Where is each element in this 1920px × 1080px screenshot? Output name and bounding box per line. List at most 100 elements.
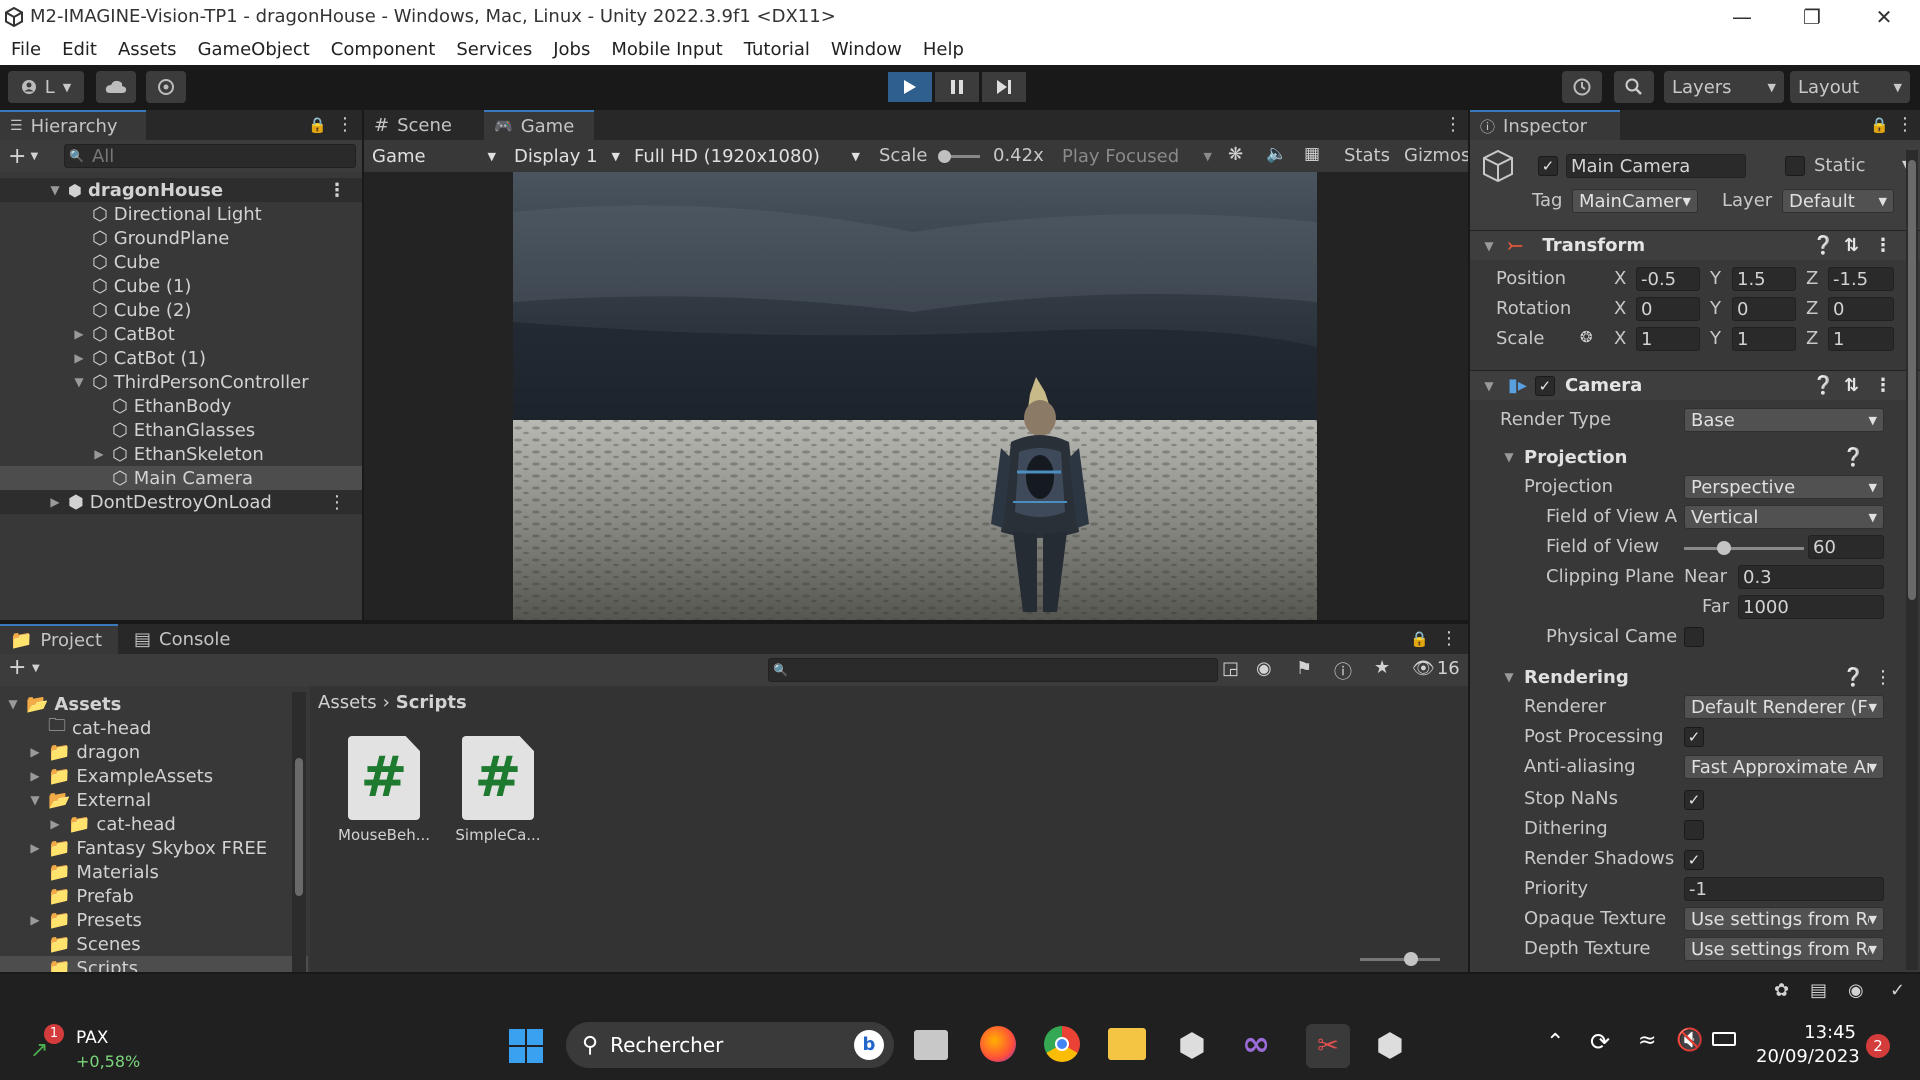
list-item[interactable]: ⬡ Cube (1) bbox=[0, 274, 362, 298]
expand-arrow-icon[interactable]: ▶ bbox=[72, 351, 86, 365]
check-circle-icon[interactable]: ✓ bbox=[1890, 980, 1905, 1001]
stock-widget[interactable]: ↗ 1 PAX +0,58% bbox=[24, 1018, 154, 1072]
list-item[interactable]: 🗀 cat-head bbox=[0, 715, 308, 740]
minimize-button[interactable]: — bbox=[1714, 0, 1770, 35]
sync-icon[interactable]: ⟳ bbox=[1590, 1028, 1610, 1056]
layers-dropdown[interactable]: Layers ▼ bbox=[1664, 71, 1784, 103]
help-icon[interactable]: ❔ bbox=[1842, 447, 1864, 468]
physical-camera-checkbox[interactable] bbox=[1684, 627, 1704, 647]
cache-server-icon[interactable]: ▤ bbox=[1810, 980, 1827, 1001]
list-item[interactable]: ▶ 📁 Fantasy Skybox FREE bbox=[0, 836, 308, 860]
lock-icon[interactable]: 🔒 bbox=[1410, 630, 1429, 648]
fov-slider[interactable] bbox=[1684, 541, 1804, 555]
more-icon[interactable]: ⋮ bbox=[1874, 375, 1892, 396]
tab-scene[interactable]: # Scene bbox=[364, 110, 482, 140]
volume-mute-icon[interactable]: 🔇 bbox=[1676, 1028, 1703, 1053]
file-item[interactable]: # SimpleCa... bbox=[450, 736, 546, 844]
tab-console[interactable]: ▤ Console bbox=[124, 624, 242, 654]
more-icon[interactable]: ⋮ bbox=[328, 492, 346, 513]
clock-date[interactable]: 20/09/2023 bbox=[1756, 1046, 1860, 1067]
stats-button[interactable]: Stats bbox=[1344, 145, 1390, 166]
list-item[interactable]: ▼ 📂 External bbox=[0, 788, 308, 812]
list-item[interactable]: ⬡ Cube (2) bbox=[0, 298, 362, 322]
expand-arrow-icon[interactable]: ▶ bbox=[28, 841, 42, 855]
inspector-scrollbar[interactable] bbox=[1906, 150, 1918, 970]
gizmos-button[interactable]: Gizmos bbox=[1404, 145, 1468, 166]
display-dropdown[interactable]: Display 1 ▼ bbox=[508, 144, 626, 168]
scale-y-field[interactable]: 1 bbox=[1732, 327, 1796, 351]
pause-button[interactable] bbox=[935, 72, 979, 102]
camera-enabled-checkbox[interactable]: ✓ bbox=[1534, 375, 1555, 396]
renderer-dropdown[interactable]: Default Renderer (Fc ▼ bbox=[1684, 695, 1884, 719]
lock-icon[interactable]: 🔒 bbox=[308, 116, 327, 134]
expand-arrow-icon[interactable]: ▶ bbox=[48, 495, 62, 509]
menu-gameobject[interactable]: GameObject bbox=[187, 35, 320, 65]
list-item[interactable]: ▶ ⬡ EthanSkeleton bbox=[0, 442, 362, 466]
dithering-checkbox[interactable] bbox=[1684, 820, 1704, 840]
chevron-up-icon[interactable]: ⌃ bbox=[1546, 1030, 1564, 1055]
project-search-input[interactable]: 🔍 bbox=[768, 658, 1218, 682]
priority-field[interactable]: -1 bbox=[1684, 877, 1884, 901]
scale-slider[interactable] bbox=[938, 150, 980, 163]
grid-icon[interactable]: ▦ bbox=[1304, 144, 1320, 164]
fov-value-field[interactable]: 60 bbox=[1808, 535, 1884, 559]
position-z-field[interactable]: -1.5 bbox=[1828, 267, 1894, 291]
warning-icon[interactable]: ⓘ bbox=[1334, 658, 1352, 684]
near-field[interactable]: 0.3 bbox=[1738, 565, 1884, 589]
unity-editor-icon[interactable]: ⬢ bbox=[1376, 1026, 1404, 1064]
list-item[interactable]: ▶ ⬡ CatBot bbox=[0, 322, 362, 346]
bug-icon[interactable]: ❋ bbox=[1228, 144, 1243, 165]
rotation-x-field[interactable]: 0 bbox=[1636, 297, 1700, 321]
play-focused-dropdown[interactable]: Play Focused ▼ bbox=[1056, 144, 1218, 168]
menu-mobile-input[interactable]: Mobile Input bbox=[600, 35, 732, 65]
preset-icon[interactable]: ⇅ bbox=[1844, 375, 1859, 396]
mute-audio-icon[interactable]: 🔈 bbox=[1266, 144, 1287, 164]
expand-arrow-icon[interactable]: ▼ bbox=[6, 697, 20, 711]
menu-assets[interactable]: Assets bbox=[107, 35, 187, 65]
list-item[interactable]: ▶ 📁 cat-head bbox=[0, 812, 308, 836]
favorite-star-icon[interactable]: ★ bbox=[1374, 657, 1390, 678]
chrome-icon[interactable] bbox=[1044, 1026, 1080, 1062]
expand-arrow-icon[interactable]: ▶ bbox=[28, 769, 42, 783]
visual-studio-icon[interactable]: ∞ bbox=[1242, 1024, 1270, 1064]
step-button[interactable] bbox=[982, 72, 1026, 102]
list-item[interactable]: 📁 Materials bbox=[0, 860, 308, 884]
hidden-packages-toggle[interactable]: 👁 16 bbox=[1412, 658, 1460, 679]
task-view-icon[interactable] bbox=[914, 1030, 948, 1060]
menu-component[interactable]: Component bbox=[320, 35, 446, 65]
search-button[interactable] bbox=[1614, 71, 1654, 103]
light-bake-icon[interactable]: ◉ bbox=[1848, 980, 1864, 1001]
search-type-icon[interactable]: ◲ bbox=[1222, 658, 1239, 679]
more-icon[interactable]: ⋮ bbox=[1896, 114, 1914, 135]
static-checkbox[interactable] bbox=[1785, 156, 1805, 176]
lock-icon[interactable]: 🔒 bbox=[1870, 116, 1889, 134]
anti-aliasing-dropdown[interactable]: Fast Approximate An ▼ bbox=[1684, 755, 1884, 779]
transform-header[interactable]: ▼ ⤚ Transform ❔ ⇅ ⋮ bbox=[1470, 230, 1920, 260]
active-checkbox[interactable]: ✓ bbox=[1538, 156, 1558, 176]
projection-section-header[interactable]: ▼ Projection ❔ bbox=[1470, 444, 1920, 470]
expand-arrow-icon[interactable]: ▼ bbox=[28, 793, 42, 807]
stop-nans-checkbox[interactable]: ✓ bbox=[1684, 790, 1704, 810]
collab-button[interactable] bbox=[146, 71, 186, 103]
list-item[interactable]: ▶ 📁 ExampleAssets bbox=[0, 764, 308, 788]
filter-by-type-icon[interactable]: ◉ bbox=[1256, 658, 1272, 679]
icon-size-slider[interactable] bbox=[1360, 952, 1440, 966]
folder-tree-scrollbar[interactable] bbox=[292, 692, 306, 972]
menu-services[interactable]: Services bbox=[445, 35, 542, 65]
list-item[interactable]: ▶ 📁 dragon bbox=[0, 740, 308, 764]
post-processing-checkbox[interactable]: ✓ bbox=[1684, 727, 1704, 747]
hierarchy-scene-row[interactable]: ▼ ⬢ dragonHouse ⋮ bbox=[0, 178, 362, 202]
game-viewport[interactable] bbox=[513, 172, 1317, 620]
more-icon[interactable]: ⋮ bbox=[1874, 667, 1892, 688]
collapse-arrow-icon[interactable]: ▼ bbox=[1482, 379, 1496, 393]
more-icon[interactable]: ⋮ bbox=[1440, 628, 1458, 649]
position-y-field[interactable]: 1.5 bbox=[1732, 267, 1796, 291]
expand-arrow-icon[interactable]: ▶ bbox=[92, 447, 106, 461]
tab-project[interactable]: 📁 Project bbox=[0, 624, 118, 654]
tab-game[interactable]: 🎮 Game bbox=[484, 110, 594, 140]
list-item[interactable]: ⬡ EthanGlasses bbox=[0, 418, 362, 442]
expand-arrow-icon[interactable]: ▶ bbox=[72, 327, 86, 341]
menu-tutorial[interactable]: Tutorial bbox=[733, 35, 820, 65]
list-item-selected[interactable]: 📁 Scripts bbox=[0, 956, 308, 972]
hierarchy-scene-row[interactable]: ▶ ⬢ DontDestroyOnLoad ⋮ bbox=[0, 490, 362, 514]
